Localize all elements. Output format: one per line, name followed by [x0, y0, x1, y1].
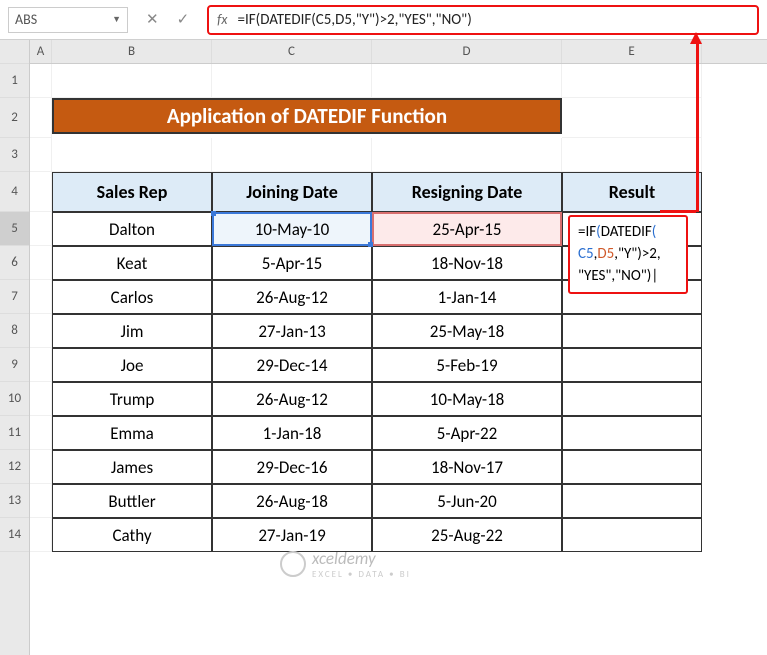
cell-selected-d5[interactable]: 25-Apr-15 [372, 212, 562, 246]
row-header[interactable]: 11 [0, 416, 29, 450]
cell[interactable]: 29-Dec-14 [212, 348, 372, 382]
row-headers: 1 2 3 4 5 6 7 8 9 10 11 12 13 14 [0, 40, 30, 655]
cell[interactable]: 5-Jun-20 [372, 484, 562, 518]
col-header[interactable]: A [30, 40, 52, 63]
table-row: Cathy27-Jan-1925-Aug-22 [30, 518, 767, 552]
cell[interactable]: Buttler [52, 484, 212, 518]
cell[interactable]: 25-May-18 [372, 314, 562, 348]
formula-bar[interactable]: fx =IF(DATEDIF(C5,D5,"Y")>2,"YES","NO") [207, 5, 759, 35]
name-box[interactable]: ABS ▼ [8, 7, 128, 33]
cell[interactable]: 18-Nov-18 [372, 246, 562, 280]
table-header: Sales Rep [52, 172, 212, 212]
cell[interactable]: Dalton [52, 212, 212, 246]
cell[interactable]: 27-Jan-13 [212, 314, 372, 348]
row-header[interactable]: 12 [0, 450, 29, 484]
cell[interactable] [562, 518, 702, 552]
callout-arrow [696, 38, 699, 212]
row-header[interactable]: 7 [0, 280, 29, 314]
chevron-down-icon: ▼ [112, 14, 121, 25]
callout-arrow [660, 210, 696, 213]
cell[interactable] [562, 382, 702, 416]
row-header[interactable]: 8 [0, 314, 29, 348]
cell[interactable]: 5-Apr-15 [212, 246, 372, 280]
column-headers: A B C D E [30, 40, 767, 64]
cell[interactable] [562, 416, 702, 450]
table-header: Resigning Date [372, 172, 562, 212]
table-row: Jim27-Jan-1325-May-18 [30, 314, 767, 348]
row-header[interactable]: 5 [0, 212, 29, 246]
cell[interactable] [562, 450, 702, 484]
row-header[interactable]: 14 [0, 518, 29, 552]
cell[interactable]: Carlos [52, 280, 212, 314]
cell[interactable] [562, 348, 702, 382]
cell[interactable]: Trump [52, 382, 212, 416]
row-header[interactable]: 3 [0, 138, 29, 172]
cell[interactable]: Joe [52, 348, 212, 382]
cell[interactable]: 29-Dec-16 [212, 450, 372, 484]
table-header: Joining Date [212, 172, 372, 212]
formula-tooltip: =IF(DATEDIF( C5,D5,"Y")>2, "YES","NO")| [568, 215, 688, 294]
table-row: Trump26-Aug-1210-May-18 [30, 382, 767, 416]
confirm-icon[interactable]: ✓ [177, 10, 190, 29]
cell[interactable]: 5-Feb-19 [372, 348, 562, 382]
row-header[interactable]: 9 [0, 348, 29, 382]
cell[interactable]: 18-Nov-17 [372, 450, 562, 484]
table-row: Joe29-Dec-145-Feb-19 [30, 348, 767, 382]
col-header[interactable]: E [562, 40, 702, 63]
row-header[interactable]: 1 [0, 64, 29, 98]
cell[interactable] [562, 314, 702, 348]
row-header[interactable]: 4 [0, 172, 29, 212]
cell[interactable]: Jim [52, 314, 212, 348]
cell-selected-c5[interactable]: 10-May-10 [212, 212, 372, 246]
page-title: Application of DATEDIF Function [52, 98, 562, 134]
col-header[interactable]: B [52, 40, 212, 63]
cancel-icon[interactable]: ✕ [146, 10, 159, 29]
table-header: Result [562, 172, 702, 212]
cell[interactable]: Keat [52, 246, 212, 280]
row-header[interactable]: 10 [0, 382, 29, 416]
cell[interactable]: 27-Jan-19 [212, 518, 372, 552]
cell[interactable] [562, 484, 702, 518]
col-header[interactable]: C [212, 40, 372, 63]
table-row: Emma1-Jan-185-Apr-22 [30, 416, 767, 450]
cell[interactable]: James [52, 450, 212, 484]
table-row: James29-Dec-1618-Nov-17 [30, 450, 767, 484]
fx-icon: fx [217, 11, 227, 28]
cell[interactable]: 25-Aug-22 [372, 518, 562, 552]
row-header[interactable]: 2 [0, 98, 29, 138]
cell[interactable]: 26-Aug-12 [212, 382, 372, 416]
row-header[interactable]: 13 [0, 484, 29, 518]
cell[interactable]: 1-Jan-14 [372, 280, 562, 314]
cell[interactable]: 10-May-18 [372, 382, 562, 416]
cell[interactable]: 1-Jan-18 [212, 416, 372, 450]
cell[interactable]: 5-Apr-22 [372, 416, 562, 450]
name-box-value: ABS [15, 11, 112, 28]
row-header[interactable]: 6 [0, 246, 29, 280]
col-header[interactable]: D [372, 40, 562, 63]
formula-bar-value: =IF(DATEDIF(C5,D5,"Y")>2,"YES","NO") [238, 11, 750, 29]
arrow-up-icon [690, 32, 702, 44]
table-row: Buttler26-Aug-185-Jun-20 [30, 484, 767, 518]
cell[interactable]: Cathy [52, 518, 212, 552]
cell[interactable]: Emma [52, 416, 212, 450]
cell[interactable]: 26-Aug-18 [212, 484, 372, 518]
cell[interactable]: 26-Aug-12 [212, 280, 372, 314]
